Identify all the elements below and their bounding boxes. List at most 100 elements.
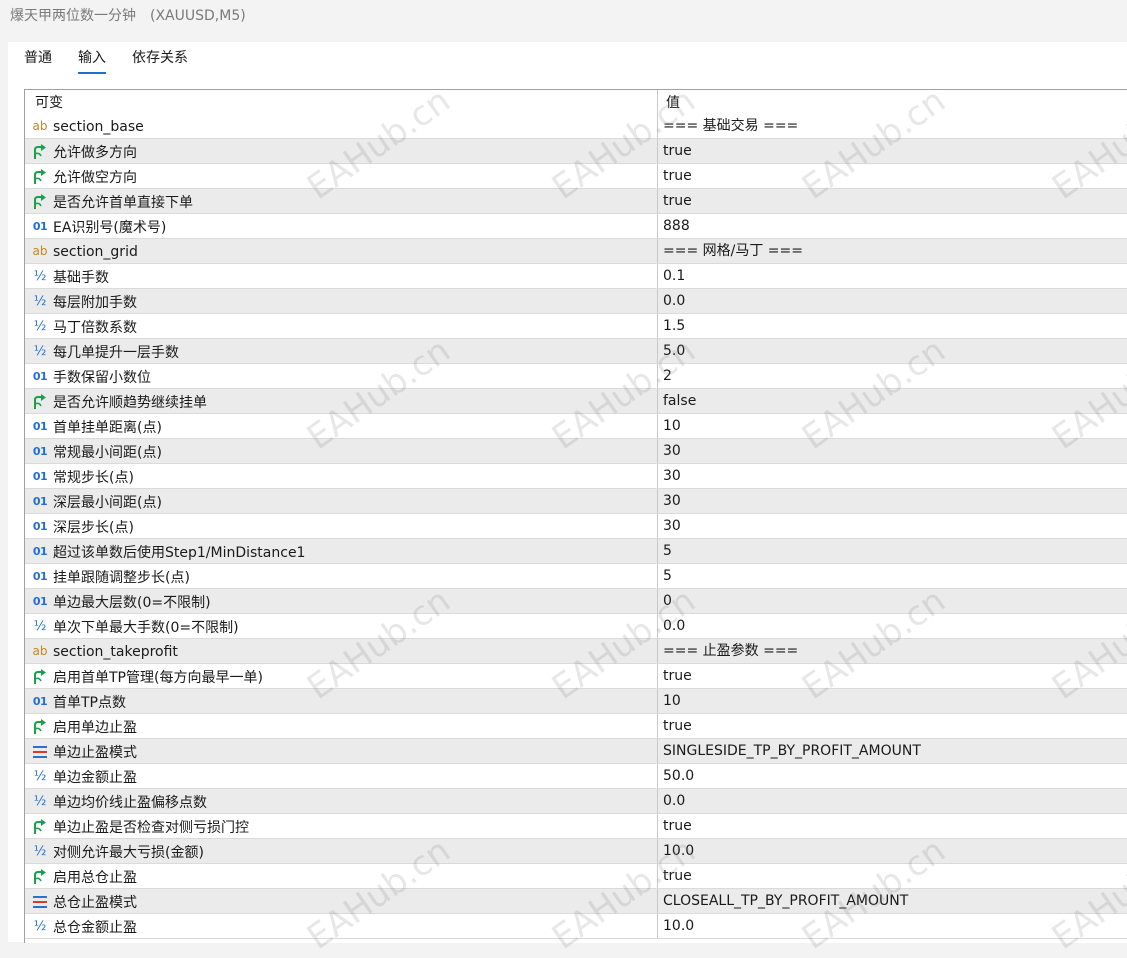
- value-cell[interactable]: === 网格/马丁 ===: [658, 239, 1127, 264]
- variable-cell: 01 手数保留小数位: [25, 364, 658, 389]
- value-cell[interactable]: === 基础交易 ===: [658, 114, 1127, 139]
- table-row[interactable]: ½ 单次下单最大手数(0=不限制) 0.0: [25, 614, 1127, 639]
- value-cell[interactable]: true: [658, 864, 1127, 889]
- value-cell[interactable]: 5: [658, 564, 1127, 589]
- value-cell[interactable]: 10: [658, 689, 1127, 714]
- value-cell[interactable]: 10: [658, 414, 1127, 439]
- bool-icon: [29, 393, 51, 410]
- table-row[interactable]: 01 挂单跟随调整步长(点) 5: [25, 564, 1127, 589]
- table-row[interactable]: 允许做多方向 true: [25, 139, 1127, 164]
- variable-name: 允许做多方向: [53, 144, 137, 161]
- table-row[interactable]: ½ 单边金额止盈 50.0: [25, 764, 1127, 789]
- value-cell[interactable]: 1.5: [658, 314, 1127, 339]
- value-cell[interactable]: SINGLESIDE_TP_BY_PROFIT_AMOUNT: [658, 739, 1127, 764]
- table-row[interactable]: 01 常规最小间距(点) 30: [25, 439, 1127, 464]
- value-cell[interactable]: 30: [658, 464, 1127, 489]
- tab-common[interactable]: 普通: [24, 46, 52, 72]
- value-cell[interactable]: 888: [658, 214, 1127, 239]
- table-body: ab section_base === 基础交易 === 允许做多方向 true 允许做空…: [25, 114, 1127, 939]
- variable-name: section_base: [53, 118, 144, 135]
- variable-cell: 01 常规步长(点): [25, 464, 658, 489]
- tab-bar: 普通 输入 依存关系: [24, 46, 214, 76]
- variable-cell: 01 深层步长(点): [25, 514, 658, 539]
- value-cell[interactable]: 10.0: [658, 839, 1127, 864]
- variable-name: 对侧允许最大亏损(金额): [53, 844, 204, 861]
- table-row[interactable]: ½ 总仓金额止盈 10.0: [25, 914, 1127, 939]
- table-row[interactable]: 01 首单TP点数 10: [25, 689, 1127, 714]
- int-icon: 01: [32, 370, 48, 383]
- tab-inputs[interactable]: 输入: [78, 46, 106, 74]
- table-row[interactable]: ab section_base === 基础交易 ===: [25, 114, 1127, 139]
- variable-cell: ½ 每层附加手数: [25, 289, 658, 314]
- table-row[interactable]: ½ 单边均价线止盈偏移点数 0.0: [25, 789, 1127, 814]
- int-icon: 01: [32, 570, 48, 583]
- variable-name: 是否允许首单直接下单: [53, 194, 193, 211]
- table-row[interactable]: 是否允许顺趋势继续挂单 false: [25, 389, 1127, 414]
- value-cell[interactable]: CLOSEALL_TP_BY_PROFIT_AMOUNT: [658, 889, 1127, 914]
- table-row[interactable]: 01 常规步长(点) 30: [25, 464, 1127, 489]
- table-row[interactable]: 单边止盈模式 SINGLESIDE_TP_BY_PROFIT_AMOUNT: [25, 739, 1127, 764]
- value-cell[interactable]: true: [658, 814, 1127, 839]
- value-cell[interactable]: true: [658, 714, 1127, 739]
- table-row[interactable]: 启用总仓止盈 true: [25, 864, 1127, 889]
- table-row[interactable]: ½ 基础手数 0.1: [25, 264, 1127, 289]
- value-cell[interactable]: false: [658, 389, 1127, 414]
- value-cell[interactable]: 0.0: [658, 789, 1127, 814]
- variable-name: 单边均价线止盈偏移点数: [53, 794, 207, 811]
- int-icon: 01: [32, 595, 48, 608]
- table-row[interactable]: 启用首单TP管理(每方向最早一单) true: [25, 664, 1127, 689]
- bool-icon: [29, 168, 51, 185]
- value-cell[interactable]: 30: [658, 489, 1127, 514]
- value-cell[interactable]: 0.0: [658, 289, 1127, 314]
- double-icon: ½: [33, 794, 47, 809]
- table-row[interactable]: ½ 每层附加手数 0.0: [25, 289, 1127, 314]
- table-row[interactable]: ½ 对侧允许最大亏损(金额) 10.0: [25, 839, 1127, 864]
- tab-dependencies[interactable]: 依存关系: [132, 46, 188, 72]
- value-cell[interactable]: true: [658, 189, 1127, 214]
- table-row[interactable]: 总仓止盈模式 CLOSEALL_TP_BY_PROFIT_AMOUNT: [25, 889, 1127, 914]
- variable-name: 启用总仓止盈: [53, 869, 137, 886]
- table-row[interactable]: 是否允许首单直接下单 true: [25, 189, 1127, 214]
- table-row[interactable]: 01 超过该单数后使用Step1/MinDistance1 5: [25, 539, 1127, 564]
- value-cell[interactable]: 0.1: [658, 264, 1127, 289]
- value-cell[interactable]: 30: [658, 514, 1127, 539]
- string-icon: ab: [32, 119, 48, 133]
- variable-name: section_grid: [53, 243, 138, 260]
- table-row[interactable]: 01 单边最大层数(0=不限制) 0: [25, 589, 1127, 614]
- value-cell[interactable]: 0.0: [658, 614, 1127, 639]
- table-row[interactable]: ab section_takeprofit === 止盈参数 ===: [25, 639, 1127, 664]
- variable-cell: 01 常规最小间距(点): [25, 439, 658, 464]
- value-cell[interactable]: 2: [658, 364, 1127, 389]
- value-cell[interactable]: true: [658, 139, 1127, 164]
- value-cell[interactable]: 30: [658, 439, 1127, 464]
- table-row[interactable]: 01 深层步长(点) 30: [25, 514, 1127, 539]
- table-row[interactable]: ab section_grid === 网格/马丁 ===: [25, 239, 1127, 264]
- variable-name: 单边止盈模式: [53, 744, 137, 761]
- int-icon: 01: [32, 470, 48, 483]
- value-cell[interactable]: true: [658, 664, 1127, 689]
- table-row[interactable]: 01 深层最小间距(点) 30: [25, 489, 1127, 514]
- table-row[interactable]: ½ 每几单提升一层手数 5.0: [25, 339, 1127, 364]
- table-row[interactable]: 01 首单挂单距离(点) 10: [25, 414, 1127, 439]
- value-cell[interactable]: 5.0: [658, 339, 1127, 364]
- table-row[interactable]: 01 手数保留小数位 2: [25, 364, 1127, 389]
- table-row[interactable]: 单边止盈是否检查对侧亏损门控 true: [25, 814, 1127, 839]
- value-cell[interactable]: 0: [658, 589, 1127, 614]
- double-icon: ½: [33, 269, 47, 284]
- table-row[interactable]: 01 EA识别号(魔术号) 888: [25, 214, 1127, 239]
- table-row[interactable]: 启用单边止盈 true: [25, 714, 1127, 739]
- variable-cell: ½ 单边均价线止盈偏移点数: [25, 789, 658, 814]
- variable-name: 首单TP点数: [53, 694, 126, 711]
- variable-cell: 01 EA识别号(魔术号): [25, 214, 658, 239]
- variable-cell: ½ 对侧允许最大亏损(金额): [25, 839, 658, 864]
- table-row[interactable]: 允许做空方向 true: [25, 164, 1127, 189]
- column-header-value[interactable]: 值: [658, 90, 1127, 114]
- value-cell[interactable]: 50.0: [658, 764, 1127, 789]
- column-header-variable[interactable]: 可变: [25, 90, 658, 114]
- value-cell[interactable]: === 止盈参数 ===: [658, 639, 1127, 664]
- value-cell[interactable]: true: [658, 164, 1127, 189]
- variable-cell: 01 单边最大层数(0=不限制): [25, 589, 658, 614]
- value-cell[interactable]: 10.0: [658, 914, 1127, 939]
- table-row[interactable]: ½ 马丁倍数系数 1.5: [25, 314, 1127, 339]
- value-cell[interactable]: 5: [658, 539, 1127, 564]
